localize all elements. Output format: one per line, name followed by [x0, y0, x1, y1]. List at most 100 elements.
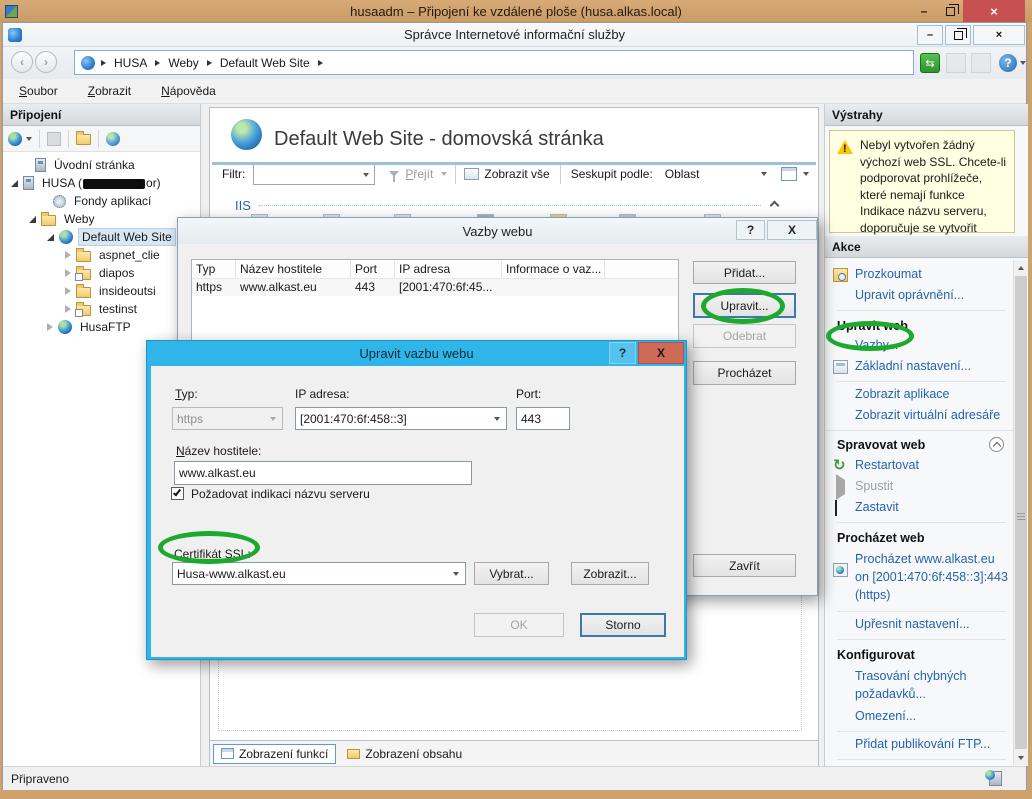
menu-zobrazit[interactable]: Zobrazit [84, 81, 135, 101]
rdp-minimize-button[interactable] [911, 2, 937, 20]
action-advanced-settings[interactable]: Upřesnit nastavení... [825, 614, 1014, 635]
group-by-dropdown-icon[interactable] [761, 172, 767, 176]
dialog-close-button[interactable]: X [767, 220, 817, 240]
window-minimize-button[interactable] [917, 25, 943, 45]
action-stop[interactable]: Zastavit [825, 497, 1014, 518]
dialog-close-button[interactable]: X [638, 342, 684, 364]
binding-row[interactable]: https www.alkast.eu 443 [2001:470:6f:45.… [192, 279, 678, 296]
breadcrumb-item-server[interactable]: HUSA [112, 56, 149, 70]
tree-item-sites[interactable]: Weby [3, 210, 200, 228]
forward-button[interactable]: › [35, 51, 57, 73]
action-bindings[interactable]: Vazby... [825, 335, 1014, 356]
go-dropdown-icon[interactable] [441, 172, 447, 176]
edit-binding-button[interactable]: Upravit... [693, 293, 796, 318]
action-explore[interactable]: Prozkoumat [825, 264, 1014, 285]
cancel-button[interactable]: Storno [580, 613, 666, 637]
action-view-applications[interactable]: Zobrazit aplikace [825, 384, 1014, 405]
filter-input[interactable] [253, 164, 375, 185]
tree-item-diapos[interactable]: diapos [3, 264, 200, 282]
action-restart[interactable]: Restartovat [825, 455, 1014, 476]
column-ip[interactable]: IP adresa [395, 260, 502, 278]
rdp-close-button[interactable] [963, 0, 1025, 22]
tree-item-testinst[interactable]: testinst [3, 300, 200, 318]
action-basic-settings[interactable]: Základní nastavení... [825, 356, 1014, 377]
iis-section-header[interactable]: IIS [235, 196, 778, 214]
expanded-icon[interactable] [11, 180, 18, 187]
scroll-down-button[interactable] [1014, 750, 1028, 765]
view-certificate-button[interactable]: Zobrazit... [571, 562, 649, 585]
port-field[interactable]: 443 [516, 407, 570, 430]
scrollbar-thumb[interactable] [1015, 276, 1027, 749]
create-connection-icon[interactable] [8, 132, 22, 146]
help-icon[interactable]: ? [999, 54, 1017, 72]
breadcrumb-item-site[interactable]: Default Web Site [218, 56, 312, 70]
collapsed-icon[interactable] [65, 269, 71, 277]
action-edit-permissions[interactable]: Upravit oprávnění... [825, 285, 1014, 306]
go-button[interactable]: Přejít [405, 167, 433, 181]
group-by-select[interactable]: Oblast [665, 167, 761, 181]
collapsed-icon[interactable] [47, 323, 53, 331]
action-limits[interactable]: Omezení... [825, 706, 1014, 727]
column-port[interactable]: Port [351, 260, 395, 278]
breadcrumb-item-sites[interactable]: Weby [166, 56, 200, 70]
close-dialog-button[interactable]: Zavřít [693, 554, 796, 577]
menu-soubor[interactable]: Soubor [15, 81, 62, 101]
ip-address-select[interactable]: [2001:470:6f:458::3] [295, 407, 507, 430]
up-level-icon[interactable] [76, 134, 91, 145]
tree-item-server[interactable]: HUSA (or) [3, 174, 200, 192]
connection-dropdown-icon[interactable] [26, 137, 32, 141]
tab-content-view[interactable]: Zobrazení obsahu [340, 744, 469, 764]
iis-titlebar[interactable]: Správce Internetové informační služby [3, 23, 1026, 47]
help-dropdown-icon[interactable] [1020, 61, 1026, 65]
tree-item-husaftp[interactable]: HusaFTP [3, 318, 200, 336]
ssl-certificate-select[interactable]: Husa-www.alkast.eu [172, 562, 466, 585]
actions-scrollbar[interactable] [1013, 260, 1027, 765]
select-certificate-button[interactable]: Vybrat... [474, 562, 549, 585]
collapse-group-icon[interactable] [989, 437, 1004, 452]
collapse-section-icon[interactable] [770, 200, 780, 210]
scroll-up-button[interactable] [1014, 260, 1028, 275]
tree-item-start-page[interactable]: Úvodní stránka [3, 156, 200, 174]
tree-item-default-web-site[interactable]: Default Web Site [3, 228, 200, 246]
show-all-button[interactable]: Zobrazit vše [484, 167, 549, 181]
dialog-help-button[interactable]: ? [609, 342, 636, 364]
browse-binding-button[interactable]: Procházet [693, 361, 796, 385]
action-failed-request-tracing[interactable]: Trasování chybných požadavků... [825, 664, 1014, 706]
host-name-field[interactable]: www.alkast.eu [174, 461, 472, 485]
tree-item-aspnet-client[interactable]: aspnet_clie [3, 246, 200, 264]
add-binding-button[interactable]: Přidat... [693, 261, 796, 284]
rdp-titlebar[interactable]: husaadm – Připojení ke vzdálené ploše (h… [0, 0, 1032, 22]
view-dropdown-icon[interactable] [803, 172, 809, 176]
delete-connection-icon[interactable] [106, 132, 120, 146]
collapsed-icon[interactable] [65, 287, 71, 295]
tree-item-app-pools[interactable]: Fondy aplikací [3, 192, 200, 210]
edit-dialog-titlebar[interactable]: Upravit vazbu webu [147, 341, 686, 366]
view-grid-icon[interactable] [781, 167, 797, 181]
column-info[interactable]: Informace o vaz... [502, 260, 605, 278]
bindings-dialog-titlebar[interactable]: Vazby webu [178, 218, 817, 244]
tab-features-view[interactable]: Zobrazení funkcí [213, 744, 336, 764]
collapsed-icon[interactable] [65, 305, 71, 313]
refresh-icon[interactable] [920, 53, 940, 73]
action-browse-site[interactable]: Procházet www.alkast.eu on [2001:470:6f:… [825, 547, 1014, 607]
breadcrumb-separator-icon[interactable] [318, 60, 323, 66]
breadcrumb-separator-icon[interactable] [155, 60, 160, 66]
collapsed-icon[interactable] [65, 251, 71, 259]
menu-napoveda[interactable]: Nápověda [157, 81, 220, 101]
window-restore-button[interactable] [945, 25, 971, 45]
action-add-ftp-publishing[interactable]: Přidat publikování FTP... [825, 734, 1014, 755]
rdp-restore-button[interactable] [937, 2, 963, 20]
expanded-icon[interactable] [47, 234, 54, 241]
back-button[interactable]: ‹ [11, 51, 33, 73]
expanded-icon[interactable] [29, 216, 36, 223]
column-type[interactable]: Typ [192, 260, 236, 278]
breadcrumb-separator-icon[interactable] [207, 60, 212, 66]
tree-item-insideout[interactable]: insideoutsi [3, 282, 200, 300]
dialog-help-button[interactable]: ? [736, 220, 765, 240]
breadcrumb-separator-icon[interactable] [101, 60, 106, 66]
window-close-button[interactable] [973, 25, 1025, 45]
sni-checkbox[interactable] [171, 487, 184, 500]
action-view-virtual-dirs[interactable]: Zobrazit virtuální adresáře [825, 405, 1014, 426]
column-host[interactable]: Název hostitele [236, 260, 351, 278]
breadcrumb[interactable]: HUSA Weby Default Web Site [74, 50, 914, 75]
